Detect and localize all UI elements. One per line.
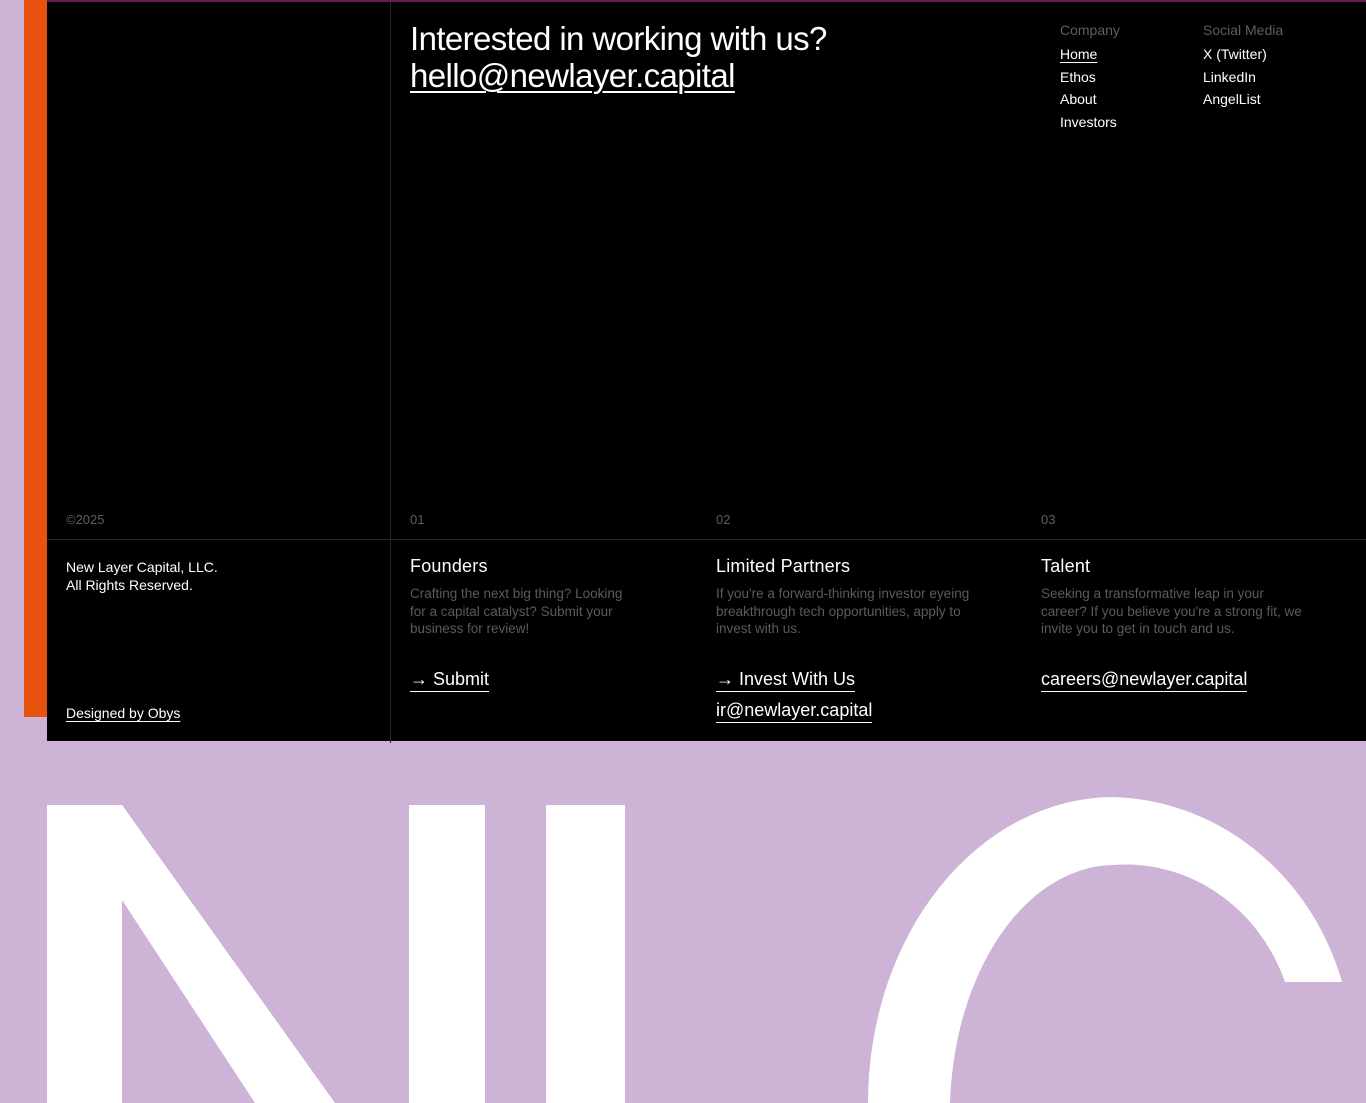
brand-wordmark bbox=[0, 760, 1366, 1103]
social-nav-heading: Social Media bbox=[1203, 22, 1284, 38]
nav-link-ethos[interactable]: Ethos bbox=[1060, 66, 1120, 89]
social-link-linkedin[interactable]: LinkedIn bbox=[1203, 66, 1283, 89]
partners-column: Limited Partners If you're a forward-thi… bbox=[716, 556, 974, 638]
column-number-partners: 02 bbox=[716, 512, 731, 527]
company-nav: Company Home Ethos About Investors bbox=[1060, 21, 1120, 133]
wordmark-letters-icon bbox=[47, 797, 1342, 1103]
contact-email-link[interactable]: hello@newlayer.capital bbox=[410, 57, 735, 94]
talent-description: Seeking a transformative leap in your ca… bbox=[1041, 586, 1302, 636]
company-nav-heading: Company bbox=[1060, 22, 1120, 38]
partners-description: If you're a forward-thinking investor ey… bbox=[716, 586, 970, 636]
legal-rights: All Rights Reserved. bbox=[66, 577, 193, 593]
founders-column: Founders Crafting the next big thing? Lo… bbox=[410, 556, 640, 638]
ir-email-link[interactable]: ir@newlayer.capital bbox=[716, 700, 873, 723]
founders-description: Crafting the next big thing? Looking for… bbox=[410, 586, 623, 636]
designed-by-link[interactable]: Designed by Obys bbox=[66, 705, 180, 721]
copyright-year: ©2025 bbox=[66, 512, 105, 527]
contact-headline: Interested in working with us? bbox=[410, 20, 827, 57]
accent-strip bbox=[24, 0, 48, 717]
social-link-angellist[interactable]: AngelList bbox=[1203, 88, 1283, 111]
founders-title: Founders bbox=[410, 556, 488, 576]
submit-link[interactable]: → Submit bbox=[410, 669, 490, 692]
partners-title: Limited Partners bbox=[716, 556, 851, 576]
social-nav: Social Media X (Twitter) LinkedIn AngelL… bbox=[1203, 21, 1283, 111]
footer-panel: Interested in working with us? hello@new… bbox=[47, 0, 1366, 743]
nav-link-investors[interactable]: Investors bbox=[1060, 111, 1120, 134]
legal-notice: New Layer Capital, LLC. All Rights Reser… bbox=[66, 558, 218, 594]
column-number-talent: 03 bbox=[1041, 512, 1056, 527]
row-divider bbox=[47, 539, 1366, 540]
column-number-founders: 01 bbox=[410, 512, 425, 527]
nav-link-home[interactable]: Home bbox=[1060, 43, 1120, 66]
legal-company-name: New Layer Capital, LLC. bbox=[66, 559, 218, 575]
talent-column: Talent Seeking a transformative leap in … bbox=[1041, 556, 1313, 638]
careers-email-link[interactable]: careers@newlayer.capital bbox=[1041, 669, 1248, 692]
talent-title: Talent bbox=[1041, 556, 1091, 576]
nav-link-about[interactable]: About bbox=[1060, 88, 1120, 111]
social-link-x[interactable]: X (Twitter) bbox=[1203, 43, 1283, 66]
invest-with-us-link[interactable]: → Invest With Us bbox=[716, 669, 856, 692]
column-divider bbox=[390, 2, 391, 743]
